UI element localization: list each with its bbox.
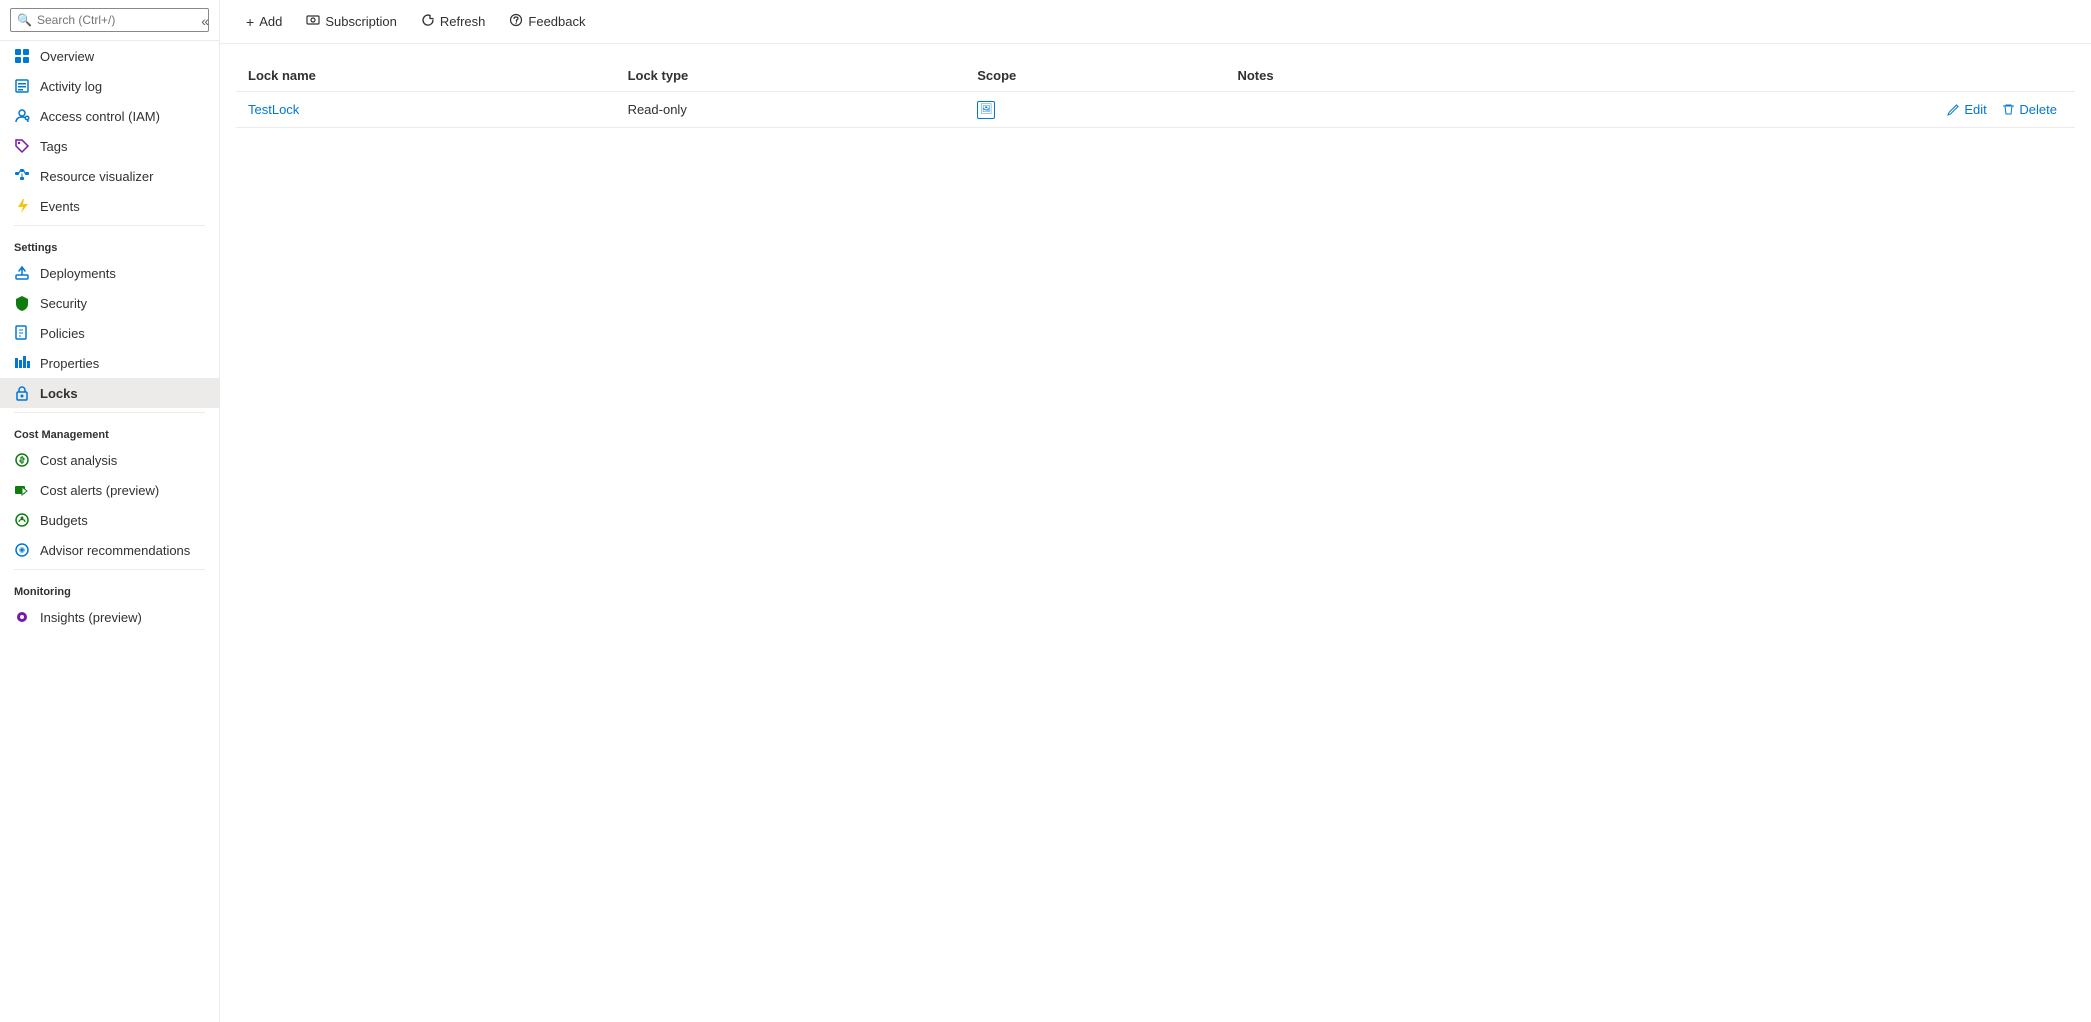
lock-type-cell: Read-only <box>616 92 966 128</box>
sidebar-label-cost-alerts: Cost alerts (preview) <box>40 483 159 498</box>
sidebar-item-policies[interactable]: Policies <box>0 318 219 348</box>
sidebar-label-resource-vis: Resource visualizer <box>40 169 153 184</box>
feedback-icon <box>509 13 523 30</box>
toolbar: + Add Subscription Refresh Feedback <box>220 0 2091 44</box>
feedback-label: Feedback <box>528 14 585 29</box>
edit-icon <box>1947 103 1960 116</box>
delete-icon <box>2002 103 2015 116</box>
activity-log-icon <box>14 78 30 94</box>
deployments-icon <box>14 265 30 281</box>
search-input[interactable] <box>10 8 209 32</box>
sidebar-label-overview: Overview <box>40 49 94 64</box>
sidebar-label-tags: Tags <box>40 139 67 154</box>
sidebar-label-deployments: Deployments <box>40 266 116 281</box>
col-notes: Notes <box>1225 60 1473 92</box>
budgets-icon <box>14 512 30 528</box>
sidebar-label-events: Events <box>40 199 80 214</box>
scope-icon: 🖼 <box>977 101 995 119</box>
settings-divider <box>14 225 205 226</box>
lock-name-link[interactable]: TestLock <box>248 102 299 117</box>
properties-icon <box>14 355 30 371</box>
sidebar-label-budgets: Budgets <box>40 513 88 528</box>
tags-icon <box>14 138 30 154</box>
col-scope: Scope <box>965 60 1225 92</box>
sidebar-item-resource-visualizer[interactable]: Resource visualizer <box>0 161 219 191</box>
sidebar-item-tags[interactable]: Tags <box>0 131 219 161</box>
section-monitoring: Monitoring <box>0 574 219 602</box>
sidebar-item-properties[interactable]: Properties <box>0 348 219 378</box>
refresh-label: Refresh <box>440 14 486 29</box>
sidebar-item-security[interactable]: Security <box>0 288 219 318</box>
sidebar-label-locks: Locks <box>40 386 78 401</box>
subscription-icon <box>306 13 320 30</box>
table-row: TestLock Read-only 🖼 Edit <box>236 92 2075 128</box>
search-icon: 🔍 <box>17 13 32 27</box>
edit-label: Edit <box>1964 102 1986 117</box>
overview-icon <box>14 48 30 64</box>
resource-vis-icon <box>14 168 30 184</box>
sidebar-item-deployments[interactable]: Deployments <box>0 258 219 288</box>
policies-icon <box>14 325 30 341</box>
refresh-icon <box>421 13 435 30</box>
col-actions <box>1474 60 2075 92</box>
security-icon <box>14 295 30 311</box>
edit-button[interactable]: Edit <box>1941 100 1992 119</box>
sidebar-item-insights[interactable]: Insights (preview) <box>0 602 219 632</box>
sidebar-item-budgets[interactable]: Budgets <box>0 505 219 535</box>
subscription-label: Subscription <box>325 14 397 29</box>
cost-divider <box>14 412 205 413</box>
monitoring-divider <box>14 569 205 570</box>
add-label: Add <box>259 14 282 29</box>
cost-analysis-icon <box>14 452 30 468</box>
sidebar-label-policies: Policies <box>40 326 85 341</box>
locks-icon <box>14 385 30 401</box>
main-content: + Add Subscription Refresh Feedback <box>220 0 2091 1022</box>
locks-table: Lock name Lock type Scope Notes TestLock… <box>236 60 2075 128</box>
sidebar-label-insights: Insights (preview) <box>40 610 142 625</box>
sidebar-label-activity-log: Activity log <box>40 79 102 94</box>
sidebar-item-access-control[interactable]: Access control (IAM) <box>0 101 219 131</box>
sidebar-label-security: Security <box>40 296 87 311</box>
sidebar-collapse-button[interactable]: « <box>197 11 213 31</box>
add-button[interactable]: + Add <box>236 9 292 35</box>
feedback-button[interactable]: Feedback <box>499 8 595 35</box>
sidebar-item-events[interactable]: Events <box>0 191 219 221</box>
lock-name-cell: TestLock <box>236 92 616 128</box>
sidebar-item-overview[interactable]: Overview <box>0 41 219 71</box>
add-icon: + <box>246 14 254 30</box>
actions-cell: Edit Delete <box>1474 92 2075 128</box>
table-header-row: Lock name Lock type Scope Notes <box>236 60 2075 92</box>
subscription-button[interactable]: Subscription <box>296 8 407 35</box>
sidebar-item-cost-analysis[interactable]: Cost analysis <box>0 445 219 475</box>
section-cost: Cost Management <box>0 417 219 445</box>
sidebar-item-cost-alerts[interactable]: Cost alerts (preview) <box>0 475 219 505</box>
sidebar-item-activity-log[interactable]: Activity log <box>0 71 219 101</box>
sidebar-search-container: 🔍 <box>0 0 219 41</box>
col-lock-name: Lock name <box>236 60 616 92</box>
col-lock-type: Lock type <box>616 60 966 92</box>
sidebar-label-advisor: Advisor recommendations <box>40 543 190 558</box>
sidebar: 🔍 « Overview Activity log Access control… <box>0 0 220 1022</box>
iam-icon <box>14 108 30 124</box>
delete-label: Delete <box>2019 102 2057 117</box>
notes-cell <box>1225 92 1473 128</box>
sidebar-item-advisor[interactable]: Advisor recommendations <box>0 535 219 565</box>
sidebar-label-properties: Properties <box>40 356 99 371</box>
sidebar-label-iam: Access control (IAM) <box>40 109 160 124</box>
section-settings: Settings <box>0 230 219 258</box>
refresh-button[interactable]: Refresh <box>411 8 496 35</box>
advisor-icon <box>14 542 30 558</box>
events-icon <box>14 198 30 214</box>
sidebar-label-cost-analysis: Cost analysis <box>40 453 117 468</box>
scope-cell: 🖼 <box>965 92 1225 128</box>
sidebar-item-locks[interactable]: Locks <box>0 378 219 408</box>
insights-icon <box>14 609 30 625</box>
table-area: Lock name Lock type Scope Notes TestLock… <box>220 44 2091 1022</box>
delete-button[interactable]: Delete <box>1996 100 2063 119</box>
cost-alerts-icon <box>14 482 30 498</box>
